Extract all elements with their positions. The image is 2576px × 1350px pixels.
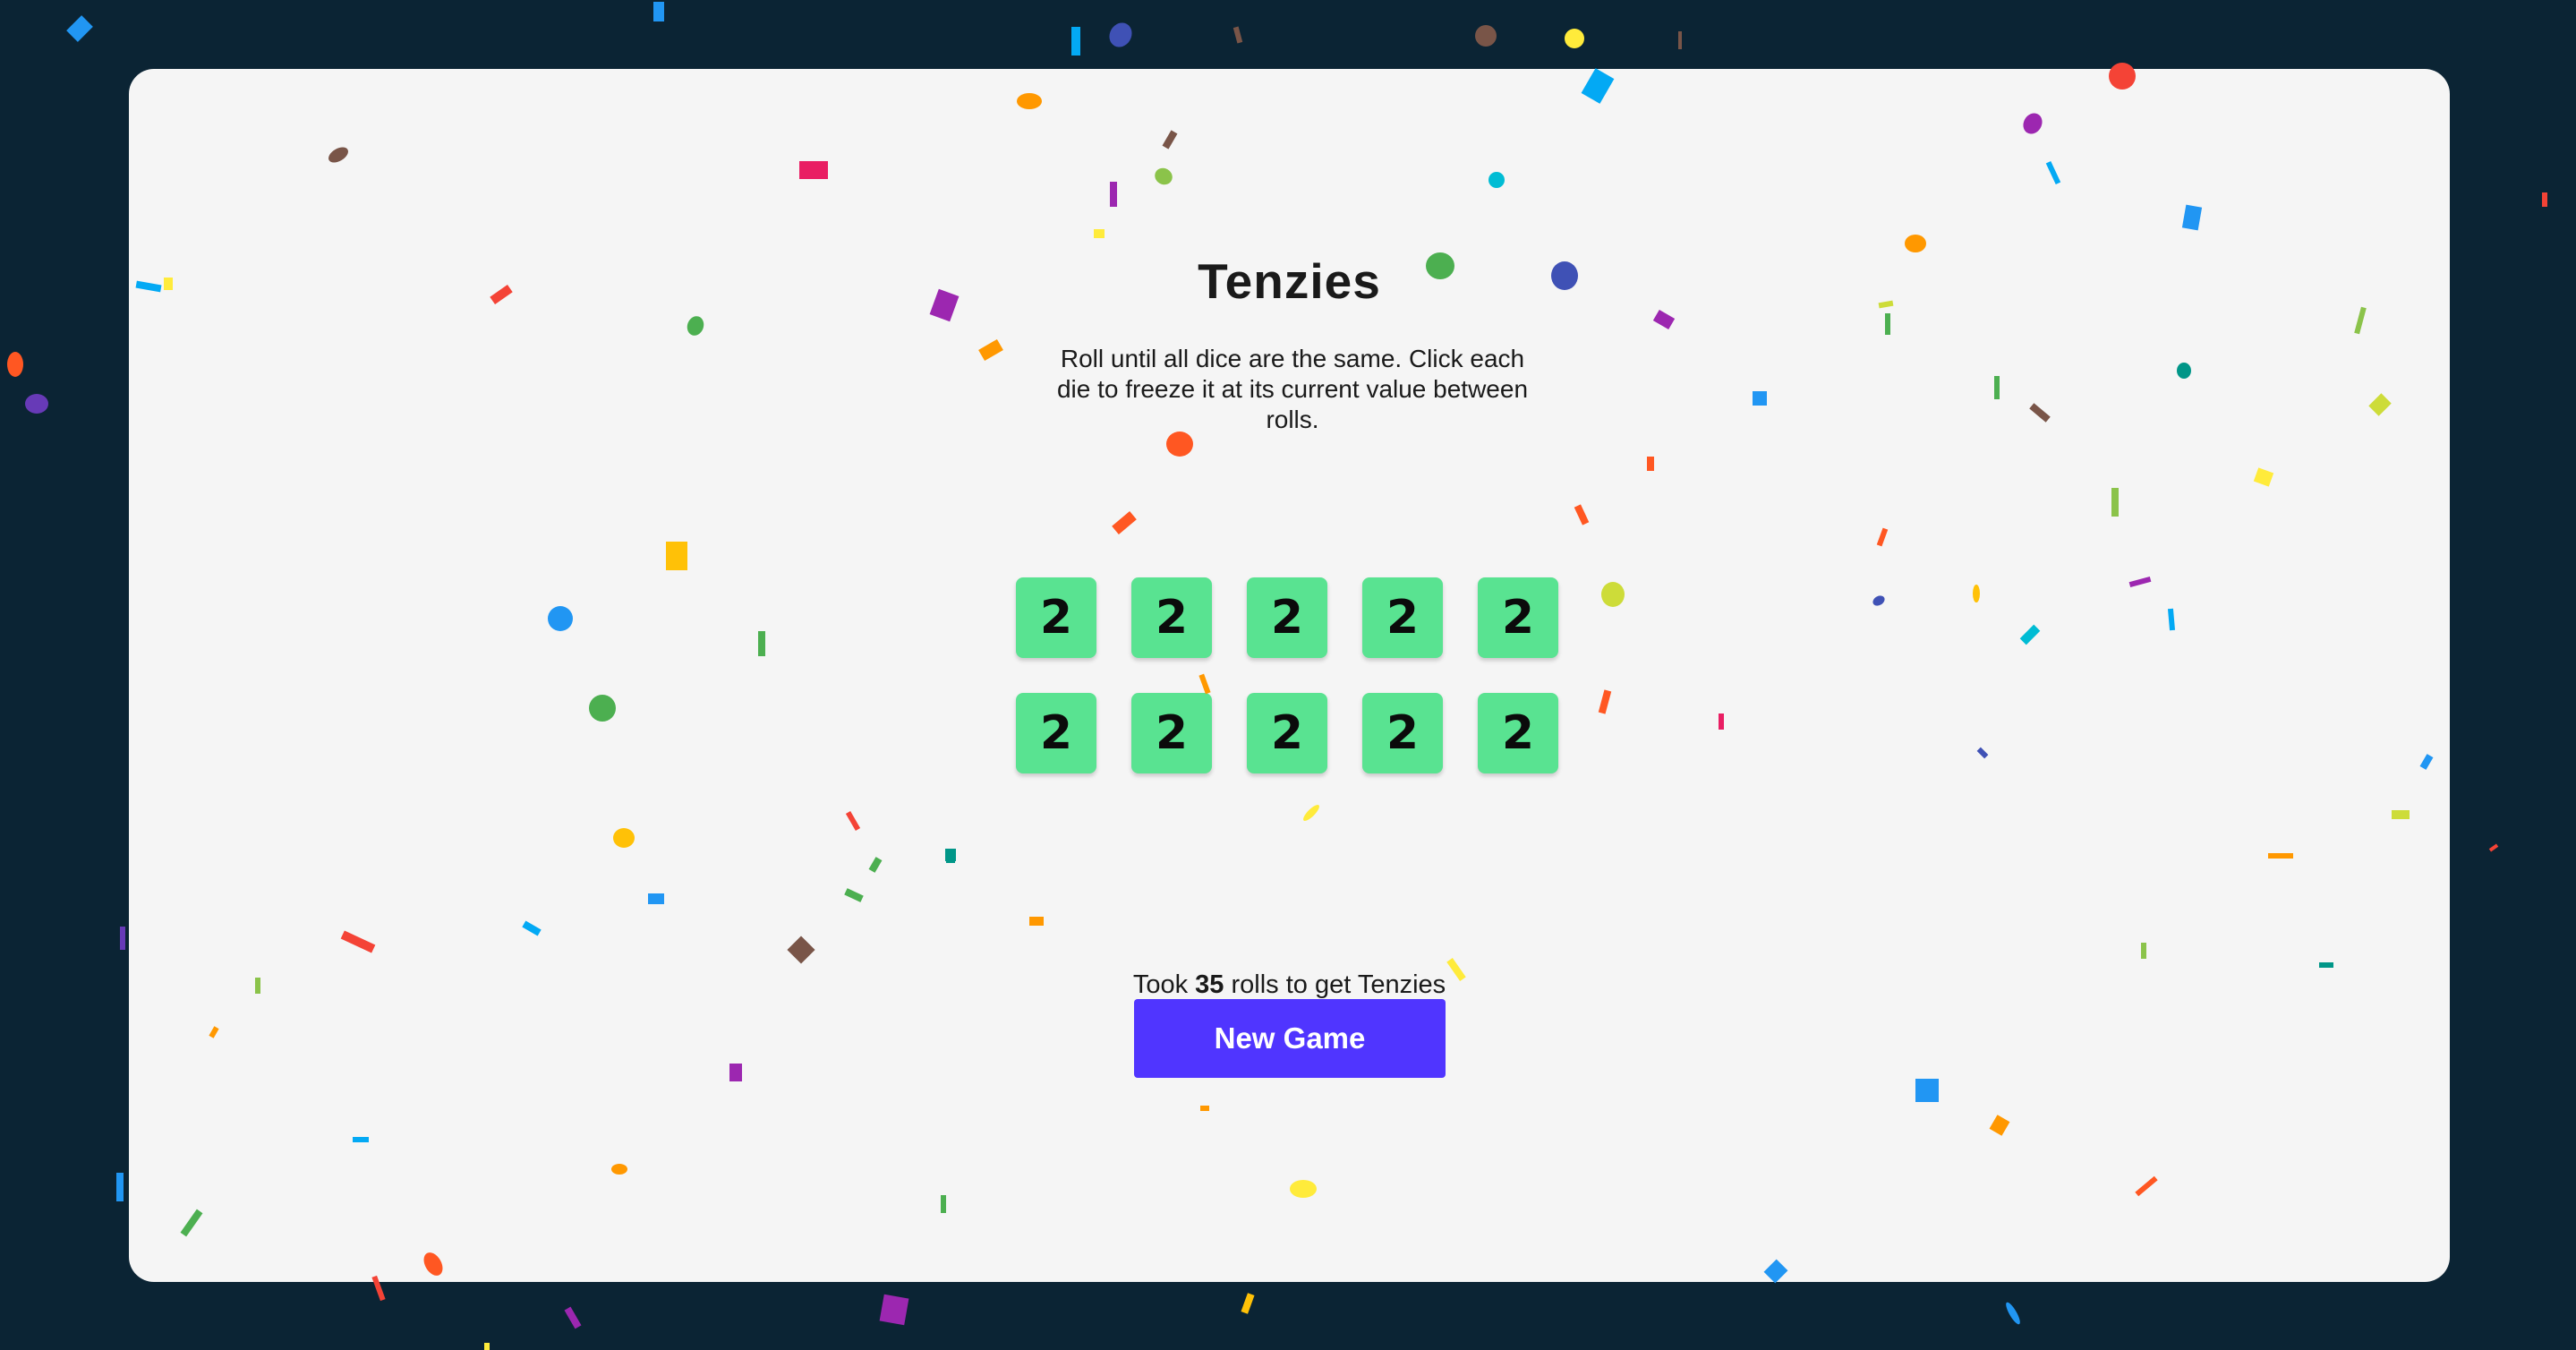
dice-grid: 2 2 2 2 2 2 2 2 2 2 — [1016, 577, 1558, 773]
rolls-prefix: Took — [1132, 970, 1189, 999]
confetti-piece — [7, 352, 23, 377]
die-9[interactable]: 2 — [1362, 693, 1443, 773]
confetti-piece — [116, 1173, 124, 1201]
rolls-summary: Took 35 rolls to get Tenzies — [129, 970, 2450, 1000]
confetti-piece — [120, 927, 125, 950]
new-game-button[interactable]: New Game — [1134, 999, 1446, 1078]
confetti-piece — [1475, 25, 1497, 47]
confetti-piece — [66, 15, 93, 42]
confetti-piece — [564, 1306, 582, 1329]
confetti-piece — [1233, 26, 1243, 44]
confetti-piece — [2488, 843, 2499, 852]
confetti-piece — [1565, 29, 1584, 48]
confetti-piece — [1105, 18, 1137, 52]
confetti-piece — [25, 394, 48, 414]
die-4[interactable]: 2 — [1362, 577, 1443, 658]
die-3[interactable]: 2 — [1247, 577, 1327, 658]
die-1[interactable]: 2 — [1016, 577, 1096, 658]
rolls-count: 35 — [1195, 970, 1224, 999]
die-5[interactable]: 2 — [1478, 577, 1558, 658]
die-10[interactable]: 2 — [1478, 693, 1558, 773]
game-instructions: Roll until all dice are the same. Click … — [1056, 345, 1529, 433]
confetti-piece — [2003, 1300, 2023, 1327]
die-2[interactable]: 2 — [1131, 577, 1212, 658]
die-8[interactable]: 2 — [1247, 693, 1327, 773]
confetti-piece — [2542, 192, 2547, 207]
confetti-piece — [879, 1294, 909, 1326]
game-card: Tenzies Roll until all dice are the same… — [129, 69, 2450, 1282]
die-7[interactable]: 2 — [1131, 693, 1212, 773]
confetti-piece — [1678, 31, 1682, 49]
rolls-suffix: rolls to get Tenzies — [1231, 970, 1446, 999]
confetti-piece — [653, 2, 664, 21]
confetti-piece — [484, 1343, 490, 1350]
confetti-piece — [1241, 1293, 1255, 1314]
die-6[interactable]: 2 — [1016, 693, 1096, 773]
game-title: Tenzies — [1198, 253, 1381, 309]
confetti-piece — [1071, 27, 1080, 56]
